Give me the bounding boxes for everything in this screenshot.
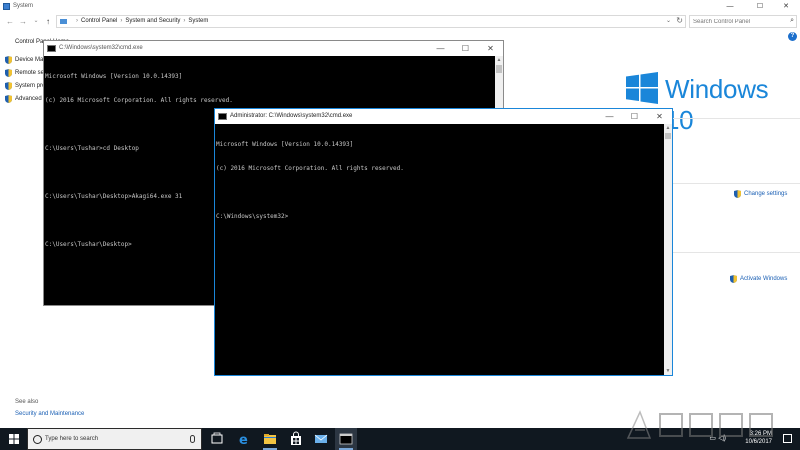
- windows-logo-icon: [626, 72, 658, 104]
- change-settings-label: Change settings: [744, 191, 788, 197]
- shield-icon: [730, 275, 737, 283]
- console-line: Microsoft Windows [Version 10.0.14393]: [216, 141, 354, 148]
- shield-icon: [5, 56, 12, 64]
- microphone-icon[interactable]: [190, 435, 195, 443]
- search-input[interactable]: [690, 16, 785, 27]
- address-bar-row: ← → ⌄ ↑ › Control Panel › System and Securi…: [0, 14, 800, 29]
- task-view-icon: [211, 432, 223, 444]
- mail-button[interactable]: [310, 428, 332, 450]
- start-button[interactable]: [0, 428, 26, 450]
- admin-cmd-window[interactable]: Administrator: C:\Windows\system32\cmd.e…: [214, 108, 673, 376]
- divider: [672, 252, 800, 253]
- edge-icon: e: [239, 433, 248, 448]
- cmd-taskbar-button[interactable]: [335, 428, 357, 450]
- help-icon[interactable]: ?: [788, 32, 797, 41]
- activate-windows-label: Activate Windows: [740, 276, 788, 282]
- breadcrumb-separator: ›: [120, 18, 123, 24]
- divider: [672, 118, 800, 119]
- command-prompt-icon: [339, 433, 353, 445]
- search-control-panel[interactable]: ⌕: [689, 15, 797, 28]
- taskbar-search-box[interactable]: Type here to search: [27, 428, 202, 450]
- breadcrumb-separator: ›: [183, 18, 186, 24]
- breadcrumb-control-panel[interactable]: Control Panel: [81, 18, 117, 24]
- divider: [672, 183, 800, 184]
- breadcrumb: › Control Panel › System and Security › Syste…: [73, 18, 208, 24]
- recent-locations-icon[interactable]: ⌄: [31, 16, 41, 27]
- chevron-down-icon[interactable]: ⌄: [666, 17, 671, 24]
- console-line: C:\Windows\system32>: [216, 213, 289, 220]
- shield-icon: [5, 95, 12, 103]
- system-title: System: [13, 3, 34, 9]
- scroll-thumb[interactable]: [665, 133, 671, 139]
- cmd-icon: [218, 113, 227, 120]
- activate-windows-link[interactable]: Activate Windows: [730, 275, 787, 283]
- vertical-scrollbar[interactable]: ▲ ▼: [664, 124, 672, 375]
- close-button[interactable]: ✕: [478, 41, 503, 56]
- console-line: Microsoft Windows [Version 10.0.14393]: [45, 73, 183, 80]
- console-output[interactable]: Microsoft Windows [Version 10.0.14393] (…: [215, 124, 664, 375]
- svg-text:e: e: [239, 433, 248, 448]
- folder-icon: [264, 434, 276, 444]
- cmd-icon: [47, 45, 56, 52]
- store-bag-icon: [291, 431, 301, 445]
- close-button[interactable]: ✕: [772, 0, 800, 13]
- search-icon: ⌕: [790, 17, 794, 24]
- shield-icon: [5, 69, 12, 77]
- close-button[interactable]: ✕: [647, 109, 672, 124]
- address-box[interactable]: › Control Panel › System and Security › Syste…: [56, 15, 686, 28]
- up-arrow-icon[interactable]: ↑: [43, 16, 53, 27]
- scroll-thumb[interactable]: [496, 65, 502, 73]
- taskbar-search-placeholder: Type here to search: [45, 436, 99, 442]
- watermark-logo: [626, 410, 773, 439]
- back-arrow-icon[interactable]: ←: [5, 16, 15, 27]
- breadcrumb-system-security[interactable]: System and Security: [125, 18, 180, 24]
- minimize-button[interactable]: —: [428, 41, 453, 56]
- refresh-icon[interactable]: ↻: [676, 16, 683, 25]
- shield-icon: [5, 82, 12, 90]
- console-line: (c) 2016 Microsoft Corporation. All righ…: [216, 165, 404, 172]
- windows-start-icon: [9, 434, 19, 444]
- maximize-button[interactable]: ☐: [453, 41, 478, 56]
- system-app-icon: [3, 3, 10, 10]
- scroll-up-icon[interactable]: ▲: [495, 56, 503, 64]
- security-maintenance-link[interactable]: Security and Maintenance: [15, 411, 84, 417]
- shield-icon: [734, 190, 741, 198]
- cmd-titlebar[interactable]: C:\Windows\system32\cmd.exe — ☐ ✕: [44, 41, 503, 56]
- minimize-button[interactable]: —: [597, 109, 622, 124]
- maximize-button[interactable]: ☐: [622, 109, 647, 124]
- scroll-up-icon[interactable]: ▲: [664, 124, 672, 132]
- edge-button[interactable]: e: [233, 428, 255, 450]
- cortana-icon: [33, 435, 42, 444]
- cmd-title: C:\Windows\system32\cmd.exe: [59, 45, 143, 51]
- minimize-button[interactable]: —: [716, 0, 744, 13]
- mail-icon: [314, 434, 328, 443]
- see-also-heading: See also: [15, 399, 39, 405]
- console-line: (c) 2016 Microsoft Corporation. All righ…: [45, 97, 233, 104]
- cmd-titlebar[interactable]: Administrator: C:\Windows\system32\cmd.e…: [215, 109, 672, 124]
- breadcrumb-separator: ›: [76, 18, 78, 24]
- scroll-down-icon[interactable]: ▼: [664, 367, 672, 375]
- cmd-title: Administrator: C:\Windows\system32\cmd.e…: [230, 113, 353, 119]
- windows-brand-text: Windows 10: [665, 74, 769, 135]
- forward-arrow-icon[interactable]: →: [18, 16, 28, 27]
- change-settings-link[interactable]: Change settings: [734, 190, 787, 198]
- task-view-button[interactable]: [206, 428, 228, 450]
- monitor-icon: [60, 19, 67, 24]
- file-explorer-button[interactable]: [259, 428, 281, 450]
- store-button[interactable]: [285, 428, 307, 450]
- maximize-button[interactable]: ☐: [746, 0, 774, 13]
- breadcrumb-system[interactable]: System: [188, 18, 208, 24]
- system-titlebar: System — ☐ ✕: [0, 0, 800, 13]
